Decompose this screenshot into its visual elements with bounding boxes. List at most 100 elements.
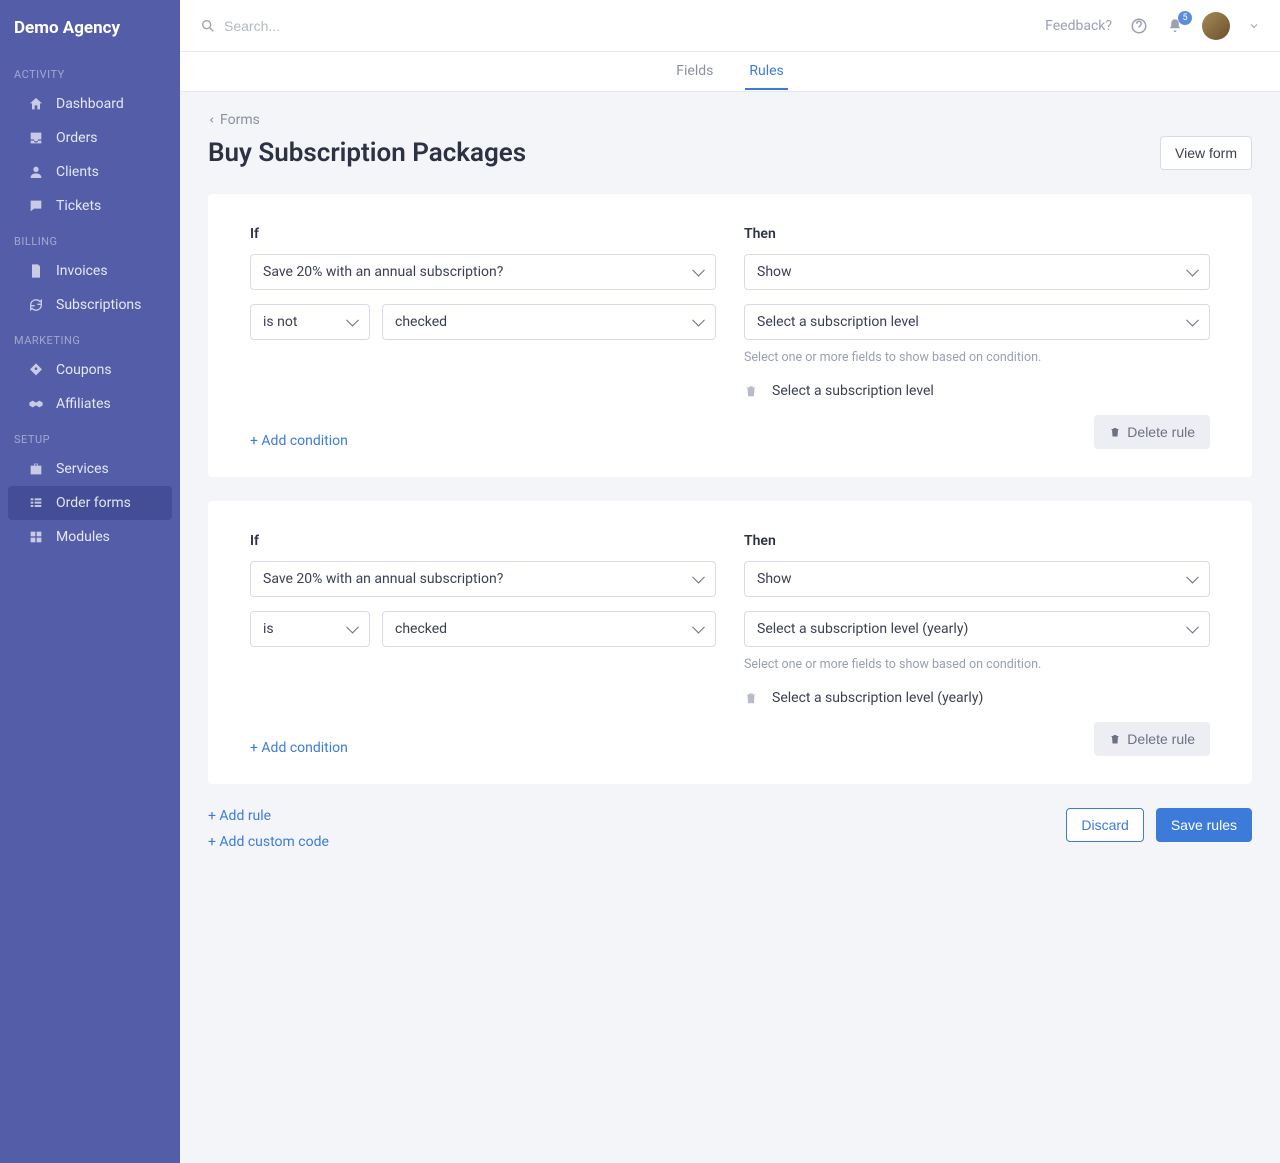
help-icon [1130, 17, 1148, 35]
sidebar-item-modules[interactable]: Modules [0, 520, 180, 554]
if-column: If Save 20% with an annual subscription?… [250, 533, 716, 706]
condition-field-select[interactable]: Save 20% with an annual subscription? [250, 561, 716, 597]
page-title: Buy Subscription Packages [208, 138, 526, 168]
add-rule-link[interactable]: + Add rule [208, 808, 329, 824]
brand-title: Demo Agency [0, 18, 180, 56]
nav-section-billing: BILLING Invoices Subscriptions [0, 223, 180, 322]
sidebar-item-label: Modules [56, 529, 110, 545]
trash-icon [1109, 733, 1121, 745]
delete-rule-button[interactable]: Delete rule [1094, 722, 1210, 756]
chevron-left-icon [208, 114, 216, 126]
sidebar-item-services[interactable]: Services [0, 452, 180, 486]
handshake-icon [28, 396, 44, 412]
condition-operator-select[interactable]: is not [250, 304, 370, 340]
page-header: Buy Subscription Packages View form [208, 136, 1252, 170]
sidebar-item-subscriptions[interactable]: Subscriptions [0, 288, 180, 322]
sidebar-item-invoices[interactable]: Invoices [0, 254, 180, 288]
chip-label: Select a subscription level (yearly) [772, 690, 983, 706]
notifications-button[interactable]: 5 [1166, 17, 1184, 35]
subtabs: Fields Rules [180, 52, 1280, 92]
sidebar-item-label: Clients [56, 164, 99, 180]
tab-fields[interactable]: Fields [672, 53, 717, 90]
nav-section-setup: SETUP Services Order forms Modules [0, 421, 180, 554]
inbox-icon [28, 130, 44, 146]
then-column: Then Show Select a subscription level (y… [744, 533, 1210, 706]
nav-section-title: MARKETING [0, 322, 180, 353]
user-icon [28, 164, 44, 180]
avatar[interactable] [1202, 12, 1230, 40]
list-icon [28, 495, 44, 511]
sidebar-item-dashboard[interactable]: Dashboard [0, 87, 180, 121]
add-condition-link[interactable]: + Add condition [250, 433, 348, 449]
save-rules-button[interactable]: Save rules [1156, 808, 1252, 842]
trash-icon[interactable] [744, 384, 758, 398]
action-select[interactable]: Show [744, 254, 1210, 290]
sidebar-item-label: Tickets [56, 198, 101, 214]
if-label: If [250, 226, 716, 242]
chevron-down-icon[interactable] [1248, 20, 1260, 32]
sidebar-item-label: Coupons [56, 362, 112, 378]
chip-label: Select a subscription level [772, 383, 934, 399]
search-icon [200, 18, 216, 34]
sidebar-item-label: Orders [56, 130, 98, 146]
sidebar-item-affiliates[interactable]: Affiliates [0, 387, 180, 421]
nav-section-title: SETUP [0, 421, 180, 452]
sidebar-item-label: Services [56, 461, 109, 477]
add-custom-code-link[interactable]: + Add custom code [208, 834, 329, 850]
nav-section-activity: ACTIVITY Dashboard Orders Clients Ticket… [0, 56, 180, 223]
home-icon [28, 96, 44, 112]
target-field-select[interactable]: Select a subscription level [744, 304, 1210, 340]
search-input[interactable] [224, 18, 464, 34]
sidebar-item-order-forms[interactable]: Order forms [8, 486, 172, 520]
footer-row: + Add rule + Add custom code Discard Sav… [208, 808, 1252, 850]
briefcase-icon [28, 461, 44, 477]
grid-icon [28, 529, 44, 545]
condition-value-select[interactable]: checked [382, 304, 716, 340]
condition-operator-select[interactable]: is [250, 611, 370, 647]
feedback-link[interactable]: Feedback? [1045, 18, 1112, 34]
then-label: Then [744, 226, 1210, 242]
discard-button[interactable]: Discard [1066, 808, 1143, 842]
condition-value-select[interactable]: checked [382, 611, 716, 647]
add-condition-link[interactable]: + Add condition [250, 740, 348, 756]
action-select[interactable]: Show [744, 561, 1210, 597]
if-column: If Save 20% with an annual subscription?… [250, 226, 716, 399]
sidebar-item-tickets[interactable]: Tickets [0, 189, 180, 223]
topbar-right: Feedback? 5 [1045, 12, 1260, 40]
nav-section-marketing: MARKETING Coupons Affiliates [0, 322, 180, 421]
trash-icon[interactable] [744, 691, 758, 705]
nav-section-title: BILLING [0, 223, 180, 254]
help-button[interactable] [1130, 17, 1148, 35]
delete-rule-button[interactable]: Delete rule [1094, 415, 1210, 449]
sidebar-item-coupons[interactable]: Coupons [0, 353, 180, 387]
tab-rules[interactable]: Rules [745, 53, 787, 90]
search-wrap [200, 18, 1033, 34]
if-label: If [250, 533, 716, 549]
sidebar-item-label: Invoices [56, 263, 108, 279]
content: Forms Buy Subscription Packages View for… [180, 92, 1280, 890]
main: Feedback? 5 Fields Rules Forms [180, 0, 1280, 1163]
target-field-select[interactable]: Select a subscription level (yearly) [744, 611, 1210, 647]
breadcrumb[interactable]: Forms [208, 112, 1252, 128]
sidebar-item-label: Affiliates [56, 396, 111, 412]
view-form-button[interactable]: View form [1160, 136, 1252, 170]
refresh-icon [28, 297, 44, 313]
file-icon [28, 263, 44, 279]
sidebar-item-clients[interactable]: Clients [0, 155, 180, 189]
breadcrumb-label: Forms [220, 112, 260, 128]
trash-icon [1109, 426, 1121, 438]
then-column: Then Show Select a subscription level Se… [744, 226, 1210, 399]
target-field-chip: Select a subscription level (yearly) [744, 690, 1210, 706]
condition-field-select[interactable]: Save 20% with an annual subscription? [250, 254, 716, 290]
sidebar-item-label: Dashboard [56, 96, 124, 112]
chat-icon [28, 198, 44, 214]
nav-section-title: ACTIVITY [0, 56, 180, 87]
then-label: Then [744, 533, 1210, 549]
sidebar-item-label: Subscriptions [56, 297, 141, 313]
topbar: Feedback? 5 [180, 0, 1280, 52]
rule-card: If Save 20% with an annual subscription?… [208, 194, 1252, 477]
sidebar-item-orders[interactable]: Orders [0, 121, 180, 155]
target-field-chip: Select a subscription level [744, 383, 1210, 399]
sidebar-item-label: Order forms [56, 495, 131, 511]
tag-icon [28, 362, 44, 378]
